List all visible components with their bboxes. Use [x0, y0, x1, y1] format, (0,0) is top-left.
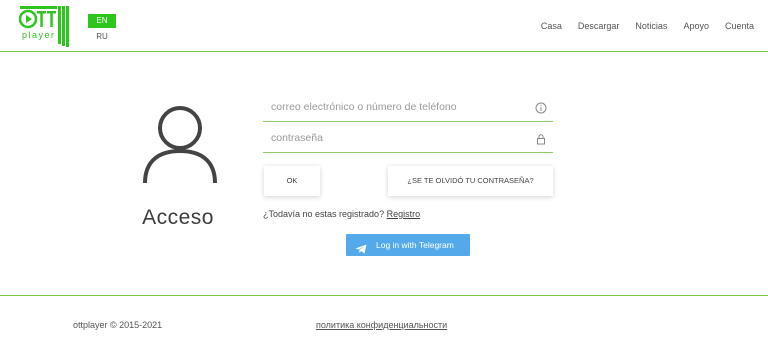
language-ru[interactable]: RU [88, 32, 116, 41]
header: player EN RU Casa Descargar Noticias Apo… [0, 0, 768, 52]
password-input[interactable] [263, 124, 553, 152]
email-input[interactable] [263, 93, 553, 121]
info-icon [535, 101, 547, 114]
register-prompt: ¿Todavía no estas registrado? [263, 209, 385, 219]
forgot-password-button[interactable]: ¿SE TE OLVIDÓ TU CONTRASEÑA? [388, 166, 553, 196]
copyright-text: ottplayer © 2015-2021 [73, 320, 163, 330]
svg-text:player: player [22, 30, 56, 40]
language-switcher: EN RU [88, 14, 116, 41]
privacy-policy-link[interactable]: политика конфиденциальности [316, 320, 447, 330]
user-avatar-icon [140, 103, 220, 185]
ok-button[interactable]: OK [264, 166, 320, 196]
page: player EN RU Casa Descargar Noticias Apo… [0, 0, 768, 353]
nav-download[interactable]: Descargar [578, 21, 620, 31]
password-field-wrapper [263, 124, 553, 153]
nav-news[interactable]: Noticias [635, 21, 667, 31]
nav-support[interactable]: Apoyo [683, 21, 709, 31]
page-title: Acceso [142, 206, 214, 229]
email-field-wrapper [263, 93, 553, 122]
nav-home[interactable]: Casa [541, 21, 562, 31]
register-link[interactable]: Registro [387, 209, 421, 219]
telegram-login-button[interactable]: Log in with Telegram [346, 234, 470, 256]
ottplayer-logo[interactable]: player [18, 5, 72, 47]
main-nav: Casa Descargar Noticias Apoyo Cuenta [541, 21, 754, 31]
nav-account[interactable]: Cuenta [725, 21, 754, 31]
lock-icon [535, 132, 547, 145]
register-line: ¿Todavía no estas registrado? Registro [263, 209, 420, 219]
language-en[interactable]: EN [88, 14, 116, 28]
telegram-icon [355, 240, 367, 254]
footer: ottplayer © 2015-2021 политика конфиденц… [0, 295, 768, 353]
telegram-login-label: Log in with Telegram [376, 240, 454, 250]
